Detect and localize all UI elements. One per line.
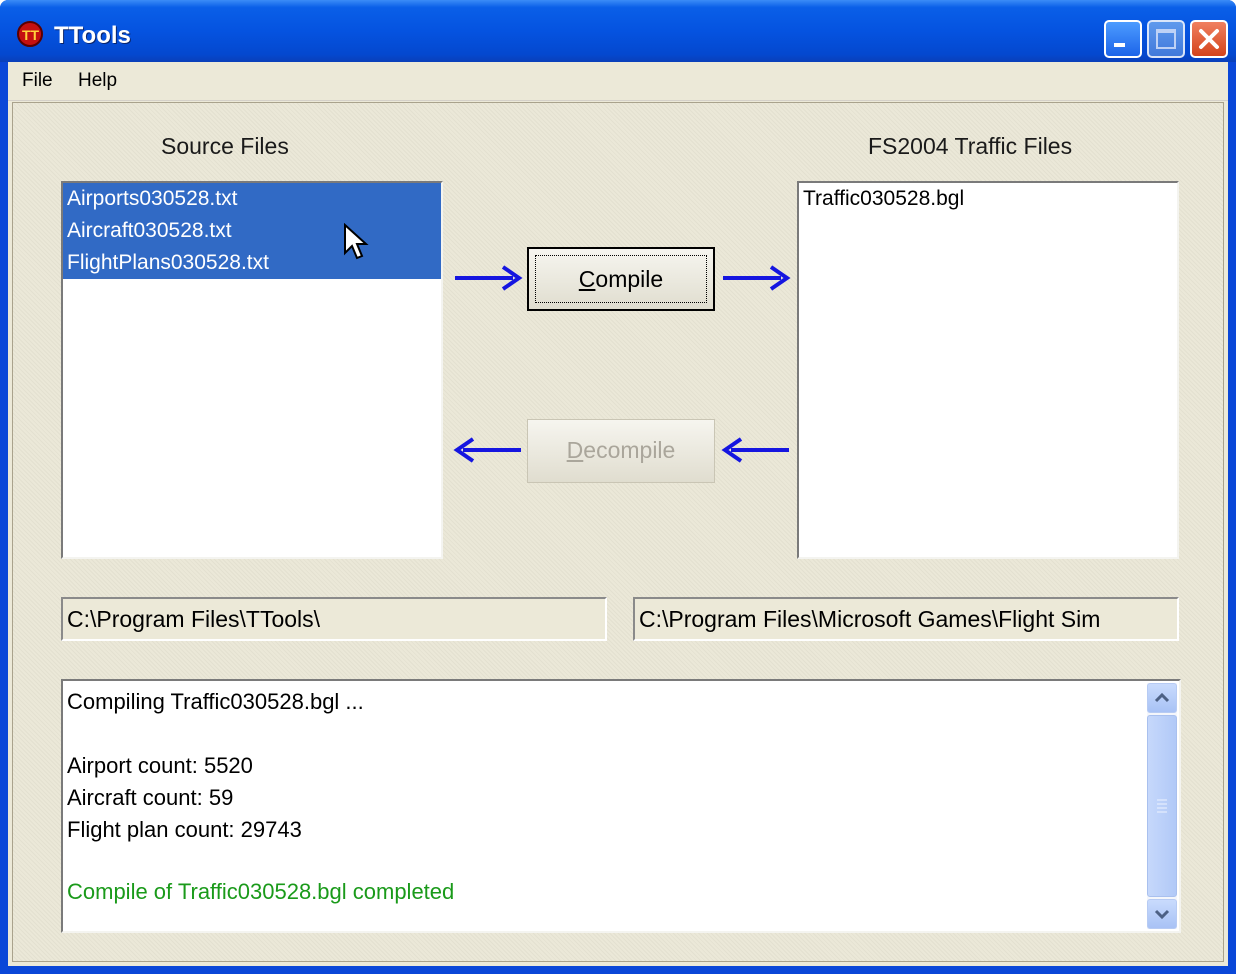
close-button[interactable] xyxy=(1190,20,1228,58)
output-log[interactable]: Compiling Traffic030528.bgl ... Airport … xyxy=(61,679,1181,933)
arrow-left-icon xyxy=(721,437,789,463)
decompile-button[interactable]: Decompile xyxy=(527,419,715,483)
window-title: TTools xyxy=(54,22,131,49)
list-item[interactable]: Airports030528.txt xyxy=(63,183,441,215)
log-line: Flight plan count: 29743 xyxy=(67,817,302,842)
list-item[interactable]: Aircraft030528.txt xyxy=(63,215,441,247)
decompile-accelerator: D xyxy=(566,437,584,463)
svg-text:TT: TT xyxy=(22,27,40,43)
title-bar[interactable]: TT TTools xyxy=(0,0,1236,62)
log-scrollbar[interactable] xyxy=(1147,683,1177,929)
compile-button[interactable]: Compile xyxy=(527,247,715,311)
source-path-field: C:\Program Files\TTools\ xyxy=(61,597,607,641)
maximize-icon xyxy=(1156,29,1176,49)
source-files-list[interactable]: Airports030528.txt Aircraft030528.txt Fl… xyxy=(61,181,443,559)
arrow-left-icon xyxy=(453,437,521,463)
app-icon: TT xyxy=(17,21,43,47)
list-item[interactable]: FlightPlans030528.txt xyxy=(63,247,441,279)
scroll-down-button[interactable] xyxy=(1147,899,1177,929)
scroll-thumb[interactable] xyxy=(1147,715,1177,897)
log-line: Compiling Traffic030528.bgl ... xyxy=(67,689,364,714)
client-area: File Help Source Files FS2004 Traffic Fi… xyxy=(8,62,1228,966)
arrow-right-icon xyxy=(723,265,791,291)
traffic-files-label: FS2004 Traffic Files xyxy=(868,133,1073,159)
log-line: Airport count: 5520 xyxy=(67,753,253,778)
arrow-right-icon xyxy=(455,265,523,291)
scroll-up-button[interactable] xyxy=(1147,683,1177,713)
mouse-cursor-icon xyxy=(344,223,369,260)
maximize-button[interactable] xyxy=(1147,20,1185,58)
traffic-files-list[interactable]: Traffic030528.bgl xyxy=(797,181,1179,559)
list-item[interactable]: Traffic030528.bgl xyxy=(799,183,1177,215)
app-window: TT TTools File Help Source Files FS2004 … xyxy=(0,0,1236,974)
log-line-success: Compile of Traffic030528.bgl completed xyxy=(67,879,455,904)
menu-file[interactable]: File xyxy=(22,70,53,92)
log-line: Aircraft count: 59 xyxy=(67,785,234,810)
grip-icon xyxy=(1157,799,1167,813)
chevron-down-icon xyxy=(1154,909,1170,920)
main-panel: Source Files FS2004 Traffic Files Airpor… xyxy=(12,102,1224,962)
menu-bar: File Help xyxy=(8,62,1228,101)
menu-help[interactable]: Help xyxy=(78,70,117,92)
focus-rect xyxy=(535,255,707,303)
chevron-up-icon xyxy=(1154,692,1170,703)
decompile-label: ecompile xyxy=(583,437,676,463)
minimize-icon xyxy=(1114,43,1125,47)
minimize-button[interactable] xyxy=(1104,20,1142,58)
close-icon xyxy=(1199,29,1219,49)
traffic-path-field: C:\Program Files\Microsoft Games\Flight … xyxy=(633,597,1179,641)
source-files-label: Source Files xyxy=(161,133,289,159)
